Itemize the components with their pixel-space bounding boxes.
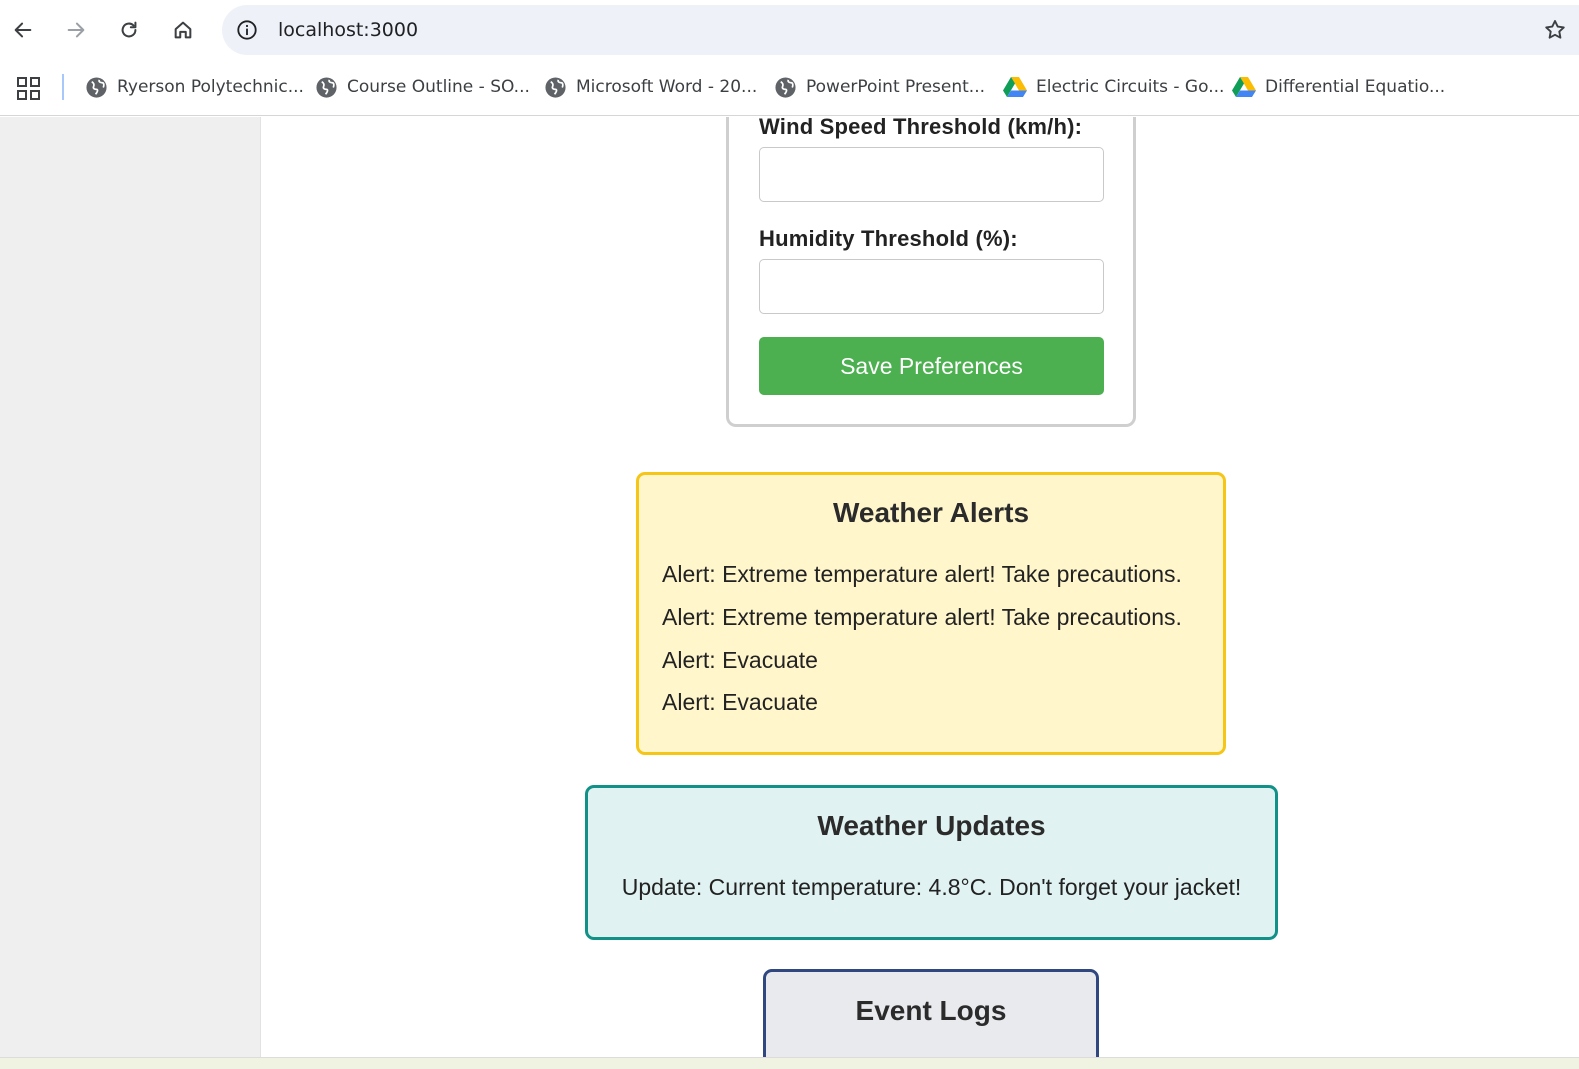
bookmark-microsoft-word[interactable]: Microsoft Word - 20... [544,72,757,102]
update-item: Update: Current temperature: 4.8°C. Don'… [621,874,1242,900]
weather-updates-title: Weather Updates [817,810,1046,841]
google-drive-icon [1003,77,1027,97]
bookmark-label: Course Outline - SO... [347,77,530,97]
bookmark-star-icon[interactable] [1541,17,1569,43]
weather-updates-card: Weather Updates Update: Current temperat… [585,785,1278,940]
apps-grid-icon[interactable] [16,76,42,102]
alert-item: Alert: Evacuate [662,647,818,673]
google-drive-icon [1232,77,1256,97]
bookmark-label: Microsoft Word - 20... [576,77,758,97]
event-logs-card: Event Logs [763,969,1099,1069]
weather-alerts-card: Weather Alerts Alert: Extreme temperatur… [636,472,1226,755]
reload-button[interactable] [111,12,147,48]
bookmarks-bar: Ryerson Polytechnic... Course Outline - … [0,62,1579,116]
weather-alerts-title: Weather Alerts [832,497,1030,528]
save-preferences-button[interactable]: Save Preferences [759,337,1104,395]
event-logs-title: Event Logs [855,995,1007,1026]
alert-item: Alert: Extreme temperature alert! Take p… [662,604,1182,630]
bookmark-label: PowerPoint Present... [806,77,986,97]
bookmark-powerpoint[interactable]: PowerPoint Present... [774,72,985,102]
home-icon [174,21,192,39]
bottom-status-strip [0,1057,1579,1069]
bookmark-label: Electric Circuits - Go... [1036,77,1225,97]
bookmark-label: Differential Equatio... [1265,77,1446,97]
preferences-card: Wind Speed Threshold (km/h): Humidity Th… [726,117,1136,427]
globe-icon [316,76,337,98]
globe-icon [775,76,796,98]
reload-icon [121,21,137,38]
humidity-label: Humidity Threshold (%): [759,226,1018,251]
bookmarks-divider [62,74,64,100]
wind-speed-label: Wind Speed Threshold (km/h): [759,117,1083,139]
alert-item: Alert: Evacuate [662,689,818,715]
arrow-right-icon [67,22,85,38]
bookmark-ryerson[interactable]: Ryerson Polytechnic... [85,72,304,102]
globe-icon [86,76,107,98]
bookmark-electric-circuits[interactable]: Electric Circuits - Go... [1003,72,1224,102]
bookmark-course-outline[interactable]: Course Outline - SO... [315,72,530,102]
back-button[interactable] [5,12,41,48]
wind-speed-input[interactable] [759,147,1104,202]
humidity-input[interactable] [759,259,1104,314]
left-gutter [0,117,261,1069]
home-button[interactable] [165,12,201,48]
site-info-icon[interactable] [234,17,260,43]
browser-toolbar: localhost:3000 [0,0,1579,62]
alert-item: Alert: Extreme temperature alert! Take p… [662,561,1182,587]
bookmark-label: Ryerson Polytechnic... [117,77,304,97]
forward-button[interactable] [58,12,94,48]
arrow-left-icon [14,22,32,38]
page-viewport[interactable]: Wind Speed Threshold (km/h): Humidity Th… [0,117,1579,1069]
address-bar[interactable]: localhost:3000 [222,5,1579,55]
url-text[interactable]: localhost:3000 [278,19,418,41]
bookmark-differential-equations[interactable]: Differential Equatio... [1232,72,1445,102]
globe-icon [545,76,566,98]
